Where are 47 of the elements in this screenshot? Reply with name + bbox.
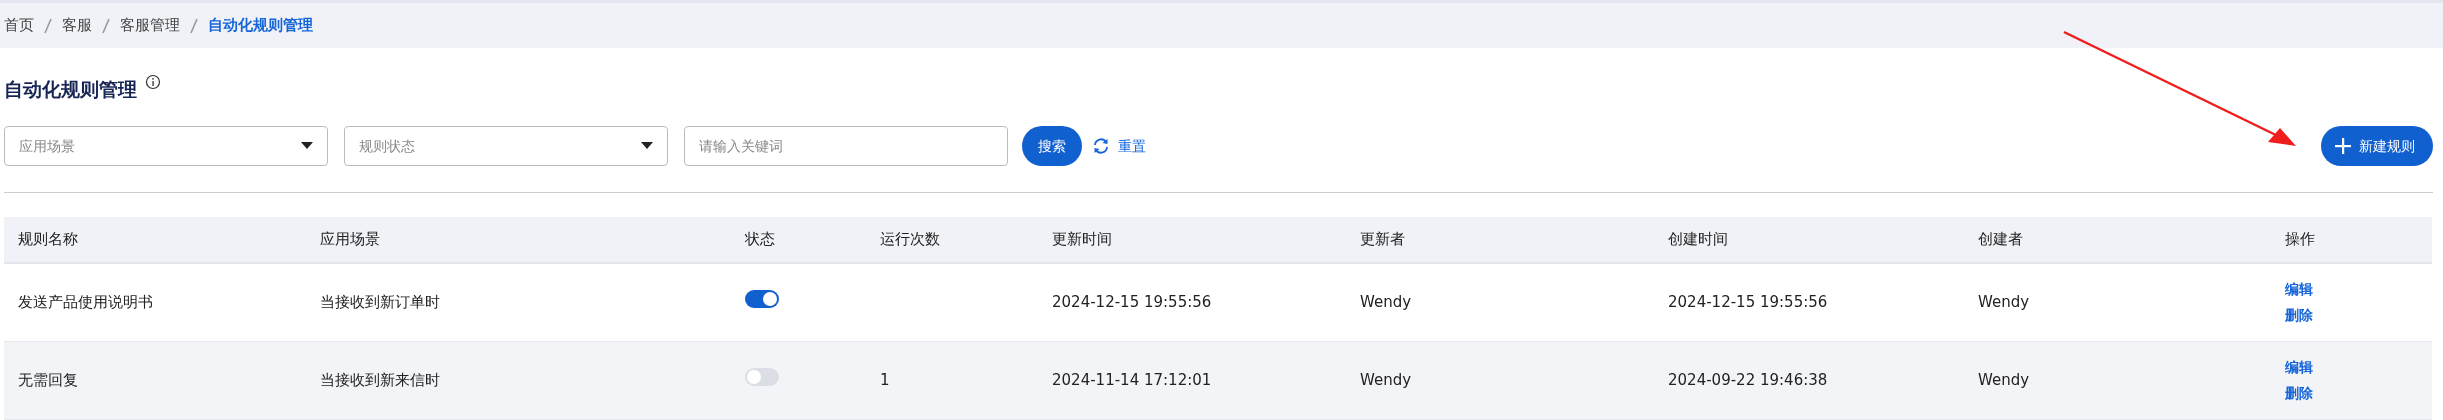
column-header: 更新时间: [1038, 217, 1346, 263]
dropdown-field[interactable]: 规则状态: [344, 126, 668, 166]
table-cell: Wendy: [1346, 263, 1654, 341]
breadcrumb-link[interactable]: 首页: [4, 14, 34, 37]
table-cell: 2024-09-22 19:46:38: [1654, 341, 1964, 419]
dropdown-field[interactable]: 应用场景: [4, 126, 328, 166]
breadcrumb-link[interactable]: 客服: [62, 14, 92, 37]
action-link[interactable]: 编辑: [2285, 354, 2418, 380]
column-header: 创建时间: [1654, 217, 1964, 263]
search-field[interactable]: 请输入关键词: [684, 126, 1008, 166]
table-cell: 1: [866, 341, 1038, 419]
breadcrumb-link[interactable]: 客服管理: [120, 14, 180, 37]
table-cell: 发送产品使用说明书: [4, 263, 306, 341]
action-link[interactable]: 删除: [2285, 380, 2418, 406]
plus-icon: [2335, 138, 2351, 154]
refresh-icon: [1092, 137, 1110, 155]
column-header: 操作: [2271, 217, 2432, 263]
search-button[interactable]: 搜索: [1022, 126, 1082, 166]
column-header: 运行次数: [866, 217, 1038, 263]
table-cell: 当接收到新来信时: [306, 341, 731, 419]
toggle-switch[interactable]: [745, 367, 779, 386]
table-cell: 无需回复: [4, 341, 306, 419]
table-cell: 2024-11-14 17:12:01: [1038, 341, 1346, 419]
column-header: 状态: [731, 217, 866, 263]
new-rule-button[interactable]: 新建规则: [2321, 126, 2433, 166]
action-link[interactable]: 编辑: [2285, 276, 2418, 303]
action-link[interactable]: 删除: [2285, 302, 2418, 329]
table-cell: 2024-12-15 19:55:56: [1038, 263, 1346, 341]
caret-icon: [641, 142, 653, 150]
table-cell: Wendy: [1346, 341, 1654, 419]
toggle-switch[interactable]: [745, 290, 779, 308]
table-cell: Wendy: [1964, 341, 2271, 419]
slash-separator: [102, 17, 110, 34]
table-cell: 当接收到新订单时: [306, 263, 731, 341]
slash-separator: [44, 17, 52, 34]
page-title: 自动化规则管理: [4, 76, 137, 102]
caret-icon: [301, 142, 313, 150]
column-header: 更新者: [1346, 217, 1654, 263]
info-icon: [145, 74, 161, 90]
breadcrumb-link[interactable]: 自动化规则管理: [208, 14, 313, 37]
table-cell: Wendy: [1964, 263, 2271, 341]
reset-button[interactable]: 重置: [1092, 135, 1146, 157]
column-header: 规则名称: [4, 217, 306, 263]
column-header: 创建者: [1964, 217, 2271, 263]
slash-separator: [190, 17, 198, 34]
column-header: 应用场景: [306, 217, 731, 263]
table-cell: 2024-12-15 19:55:56: [1654, 263, 1964, 341]
